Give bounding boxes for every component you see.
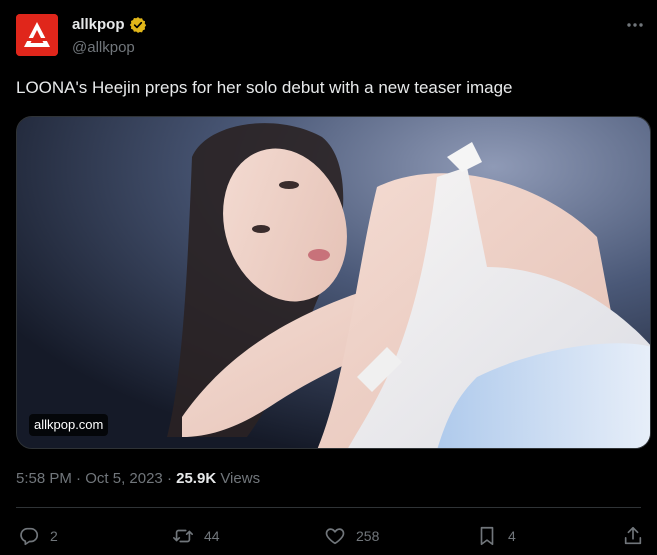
tweet-meta: 5:58 PM · Oct 5, 2023 · 25.9K Views bbox=[16, 469, 260, 489]
repost-icon bbox=[173, 529, 193, 543]
verified-badge-icon[interactable] bbox=[129, 16, 147, 34]
views-label: Views bbox=[220, 470, 261, 487]
author-display-name[interactable]: allkpop bbox=[72, 15, 125, 35]
action-bar: 2 44 258 4 bbox=[16, 520, 646, 552]
share-button[interactable] bbox=[622, 520, 644, 552]
avatar[interactable] bbox=[16, 14, 58, 56]
like-icon bbox=[325, 528, 345, 545]
divider bbox=[16, 507, 641, 508]
media-source-badge[interactable]: allkpop.com bbox=[29, 414, 109, 436]
author-handle[interactable]: @allkpop bbox=[72, 38, 135, 58]
more-icon bbox=[627, 23, 643, 27]
tweet-time[interactable]: 5:58 PM bbox=[16, 470, 72, 487]
tweet-text: LOONA's Heejin preps for her solo debut … bbox=[16, 78, 513, 97]
bookmark-button[interactable]: 4 bbox=[476, 520, 516, 552]
bookmark-icon bbox=[480, 526, 494, 546]
views-count[interactable]: 25.9K bbox=[176, 470, 216, 487]
meta-separator: · bbox=[76, 470, 82, 487]
repost-count: 44 bbox=[204, 528, 220, 544]
meta-separator: · bbox=[166, 470, 172, 487]
reply-button[interactable]: 2 bbox=[18, 520, 58, 552]
reply-icon bbox=[20, 527, 39, 546]
share-icon bbox=[624, 526, 642, 545]
teaser-photo bbox=[17, 117, 650, 448]
tweet-date[interactable]: Oct 5, 2023 bbox=[85, 470, 163, 487]
repost-button[interactable]: 44 bbox=[172, 520, 220, 552]
like-button[interactable]: 258 bbox=[324, 520, 379, 552]
bookmark-count: 4 bbox=[508, 528, 516, 544]
allkpop-logo-icon bbox=[16, 14, 58, 56]
author-name-row: allkpop bbox=[72, 15, 147, 35]
reply-count: 2 bbox=[50, 528, 58, 544]
like-count: 258 bbox=[356, 528, 380, 544]
more-options-button[interactable] bbox=[624, 16, 646, 34]
tweet-media-image[interactable]: allkpop.com bbox=[16, 116, 651, 449]
